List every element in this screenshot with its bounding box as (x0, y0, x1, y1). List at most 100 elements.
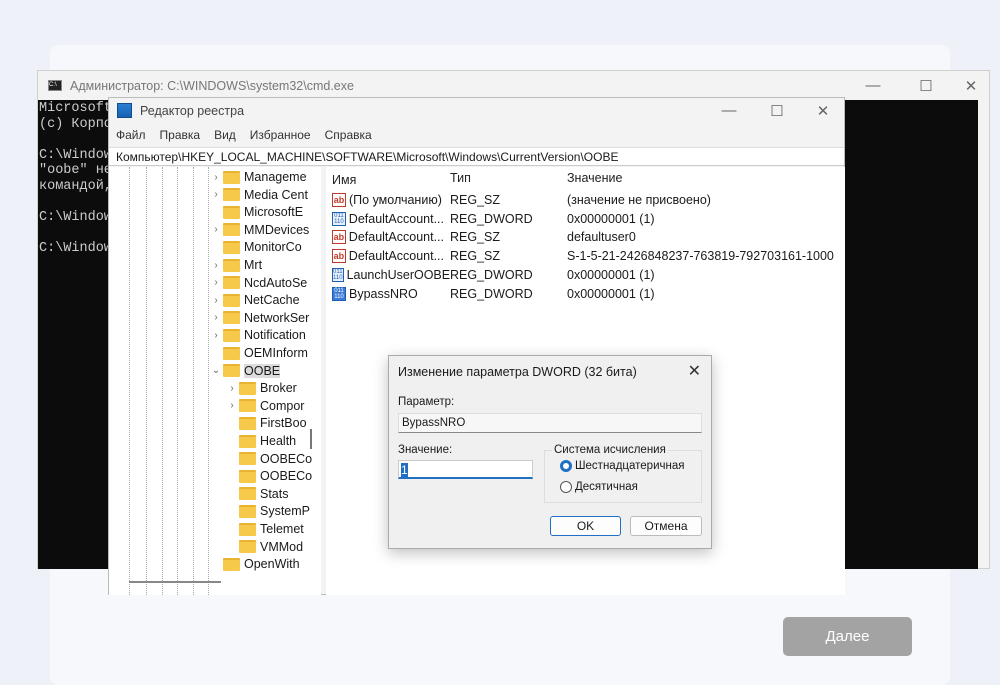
chevron-right-icon[interactable]: › (209, 330, 223, 341)
tree-item[interactable]: FirstBoo (225, 414, 307, 432)
folder-icon (239, 504, 256, 518)
folder-icon (239, 540, 256, 554)
value-name: (По умолчанию) (349, 193, 442, 207)
tree-item[interactable]: › Compor (225, 397, 304, 415)
tree-item[interactable]: OOBECo (225, 450, 312, 468)
cancel-button[interactable]: Отмена (630, 516, 702, 536)
value-row[interactable]: 011 110 DefaultAccount... REG_DWORD 0x000000… (326, 211, 655, 226)
tree-item[interactable]: OEMInform (209, 344, 308, 362)
tree-item[interactable]: SystemP (225, 502, 310, 520)
minimize-icon[interactable]: — (709, 98, 749, 123)
folder-icon (223, 293, 240, 307)
tree-item[interactable]: MicrosoftE (209, 203, 303, 221)
chevron-right-icon[interactable]: › (209, 312, 223, 323)
tree-item-label: OOBECo (260, 451, 313, 466)
value-data: 0x00000001 (1) (567, 267, 655, 282)
tree-item-label: OOBECo (260, 469, 313, 484)
tree-item-label: Compor (260, 398, 305, 413)
radio-icon (560, 481, 572, 493)
value-row[interactable]: ab DefaultAccount... REG_SZ defaultuser0 (326, 230, 636, 245)
tree-item[interactable]: › MMDevices (209, 221, 309, 239)
folder-icon (223, 223, 240, 237)
chevron-right-icon[interactable]: › (209, 189, 223, 200)
tree-item-label: Media Cent (244, 187, 308, 202)
minimize-icon[interactable]: — (853, 71, 893, 100)
folder-icon (223, 311, 240, 325)
tree-item[interactable]: VMMod (225, 538, 303, 556)
maximize-icon[interactable]: ☐ (906, 71, 946, 100)
maximize-icon[interactable]: ☐ (757, 98, 797, 123)
regedit-title: Редактор реестра (140, 103, 245, 118)
cmd-icon: C:\ (48, 80, 62, 91)
address-bar[interactable]: Компьютер\HKEY_LOCAL_MACHINE\SOFTWARE\Mi… (109, 147, 844, 166)
chevron-right-icon[interactable]: › (209, 172, 223, 183)
key-tree[interactable]: › Manageme › Media Cent MicrosoftE › MMDevices… (109, 167, 321, 595)
tree-item[interactable]: Health (225, 432, 296, 450)
chevron-right-icon[interactable]: › (209, 277, 223, 288)
value-row[interactable]: ab DefaultAccount... REG_SZ S-1-5-21-242684… (326, 249, 834, 264)
tree-item-label: MMDevices (244, 222, 310, 237)
hex-label: Шестнадцатеричная (575, 460, 685, 472)
folder-icon (239, 381, 256, 395)
tree-item[interactable]: › Media Cent (209, 186, 308, 204)
tree-item[interactable]: OpenWith (209, 555, 300, 573)
tree-item-label: NetworkSer (244, 310, 310, 325)
edit-dword-dialog: Изменение параметра DWORD (32 бита) ✕ Па… (388, 355, 712, 549)
value-row[interactable]: ab (По умолчанию) REG_SZ (значение не присв… (326, 193, 711, 207)
cmd-title-bar[interactable]: C:\ Администратор: C:\WINDOWS\system32\c… (38, 71, 989, 100)
tree-item[interactable]: › NetCache (209, 291, 299, 309)
close-icon[interactable]: ✕ (803, 98, 843, 123)
tree-item[interactable]: › Notification (209, 326, 306, 344)
close-icon[interactable]: ✕ (688, 361, 701, 381)
column-type[interactable]: Тип (444, 171, 561, 189)
dialog-title: Изменение параметра DWORD (32 бита) (398, 365, 637, 379)
column-data[interactable]: Значение (561, 171, 622, 189)
chevron-right-icon[interactable]: › (209, 224, 223, 235)
tree-item-label: VMMod (260, 539, 304, 554)
tree-item[interactable]: › NcdAutoSe (209, 274, 307, 292)
chevron-right-icon[interactable]: › (209, 295, 223, 306)
ok-button[interactable]: OK (550, 516, 621, 536)
tree-item-label: Telemet (260, 522, 304, 536)
chevron-right-icon[interactable]: › (209, 260, 223, 271)
horizontal-scrollbar[interactable] (129, 581, 221, 583)
chevron-right-icon[interactable]: › (225, 400, 239, 411)
tree-item[interactable]: › Broker (225, 379, 297, 397)
tree-item[interactable]: › Mrt (209, 256, 262, 274)
chevron-down-icon[interactable]: ⌄ (209, 365, 223, 376)
tree-item[interactable]: Telemet (225, 520, 304, 538)
param-label: Параметр: (398, 396, 455, 408)
folder-icon (223, 240, 240, 254)
tree-item-label: OEMInform (244, 346, 308, 360)
close-icon[interactable]: ✕ (951, 71, 991, 100)
next-button[interactable]: Далее (783, 617, 912, 656)
tree-item-label: SystemP (260, 504, 311, 519)
folder-icon (223, 170, 240, 184)
tree-item[interactable]: › NetworkSer (209, 309, 309, 327)
value-input[interactable]: 1 (398, 460, 533, 479)
tree-item[interactable]: OOBECo (225, 467, 312, 485)
hex-radio[interactable]: Шестнадцатеричная (560, 460, 684, 472)
tree-item-label: MicrosoftE (244, 205, 304, 220)
radio-selected-icon (560, 460, 572, 472)
tree-item[interactable]: Stats (225, 485, 289, 503)
decimal-radio[interactable]: Десятичная (560, 481, 638, 493)
tree-item[interactable]: › Manageme (209, 168, 306, 186)
tree-item-label: FirstBoo (260, 416, 307, 431)
folder-icon (223, 188, 240, 202)
menu-help[interactable]: Справка (325, 128, 372, 142)
tree-item[interactable]: MonitorCo (209, 238, 302, 256)
menu-file[interactable]: Файл (116, 128, 146, 142)
folder-icon (223, 258, 240, 272)
tree-item[interactable]: ⌄ OOBE (209, 362, 281, 380)
column-name[interactable]: Имя (326, 171, 444, 189)
folder-icon (223, 276, 240, 290)
menu-favorites[interactable]: Избранное (250, 128, 311, 142)
menu-edit[interactable]: Правка (160, 128, 201, 142)
folder-icon (239, 416, 256, 430)
vertical-scrollbar[interactable] (310, 429, 312, 449)
value-row[interactable]: 011 110 BypassNRO REG_DWORD 0x00000001 (1) (326, 286, 655, 301)
menu-view[interactable]: Вид (214, 128, 236, 142)
value-row[interactable]: 011 110 LaunchUserOOBE REG_DWORD 0x00000001 … (326, 267, 655, 282)
chevron-right-icon[interactable]: › (225, 383, 239, 394)
